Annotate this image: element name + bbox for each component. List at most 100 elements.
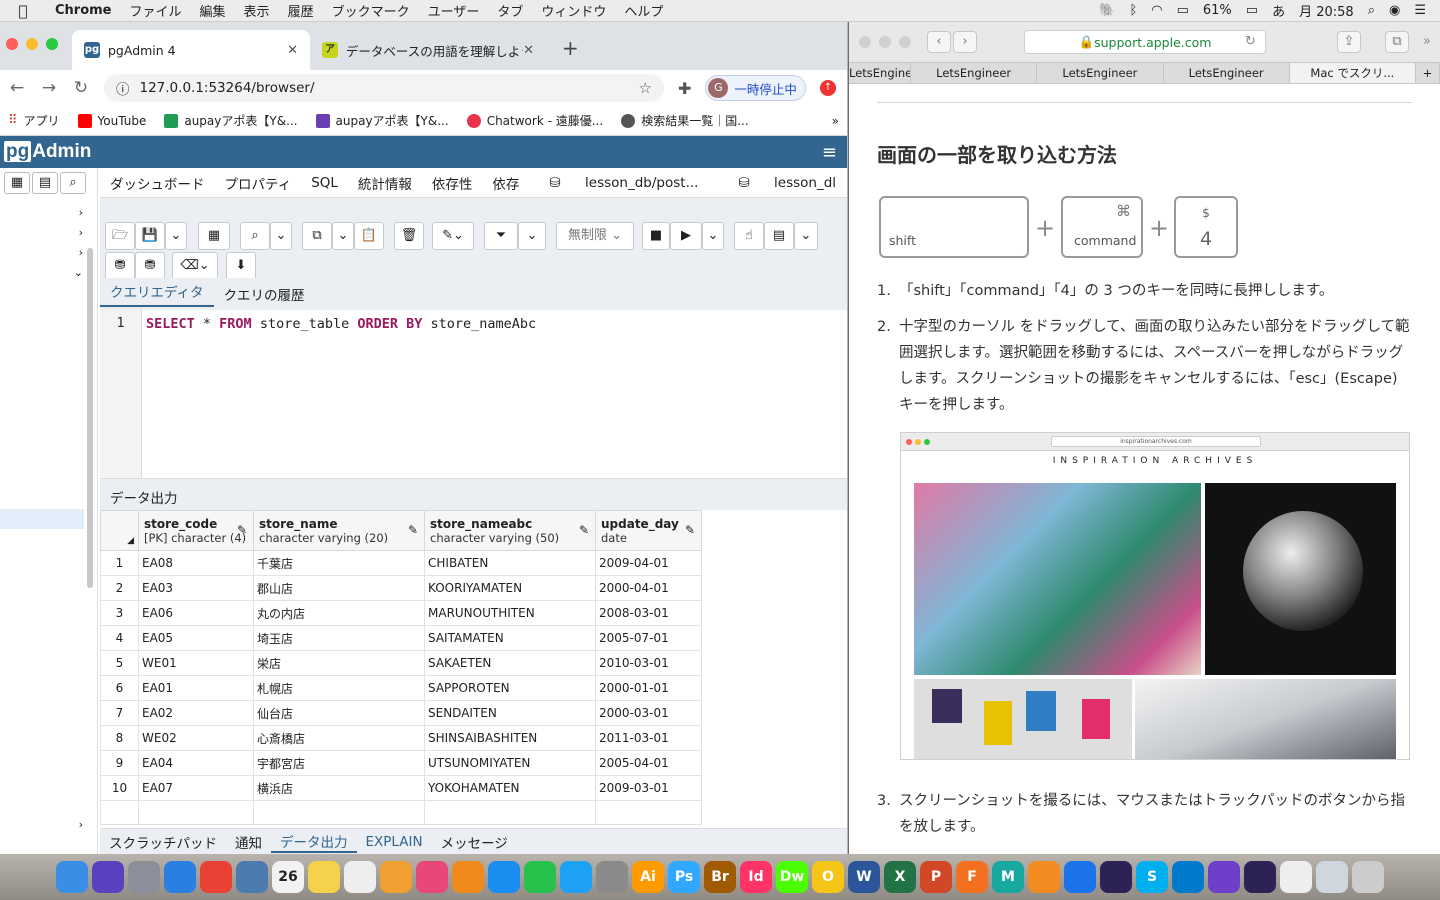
view-data-grid-icon[interactable]: ▦: [198, 222, 230, 250]
table-row[interactable]: 9 EA04 宇都宮店 UTSUNOMIYATEN 2005-04-01: [100, 750, 702, 776]
bookmark-search-results[interactable]: 検索結果一覧｜国...: [621, 112, 749, 129]
close-tab-icon[interactable]: ✕: [287, 43, 298, 58]
table-cell[interactable]: SAPPOROTEN: [424, 675, 596, 701]
maximize-window-button[interactable]: [46, 38, 58, 50]
more-chevron-icon[interactable]: »: [1423, 34, 1431, 49]
table-filter-icon[interactable]: ▤: [32, 172, 58, 194]
photos-icon[interactable]: [380, 861, 412, 893]
back-arrow-icon[interactable]: ←: [8, 78, 26, 98]
finder-docs-icon[interactable]: [1280, 861, 1312, 893]
sublime-icon[interactable]: [1028, 861, 1060, 893]
menu-bookmarks[interactable]: ブックマーク: [323, 1, 419, 20]
bluetooth-icon[interactable]: ᛒ: [1129, 3, 1137, 18]
word-icon[interactable]: W: [848, 861, 880, 893]
tab-properties[interactable]: プロパティ: [215, 173, 302, 193]
line-icon[interactable]: [524, 861, 556, 893]
table-cell[interactable]: UTSUNOMIYATEN: [424, 750, 596, 776]
tab-query-history[interactable]: クエリの履歴: [214, 284, 315, 304]
tab-query-editor[interactable]: クエリエディタ: [100, 281, 214, 307]
photoshop-icon[interactable]: Ps: [668, 861, 700, 893]
eclipse-icon[interactable]: [1100, 861, 1132, 893]
table-row[interactable]: 5 WE01 栄店 SAKAETEN 2010-03-01: [100, 650, 702, 676]
edit-pencil-icon[interactable]: ✎: [579, 523, 589, 537]
evernote-icon[interactable]: 🐘: [1099, 3, 1115, 18]
spotlight-search-icon[interactable]: ⌕: [1368, 3, 1375, 18]
table-cell[interactable]: 2000-03-01: [595, 700, 702, 726]
rollback-icon[interactable]: ⛃: [135, 252, 165, 280]
tab-dependents[interactable]: 依存: [482, 173, 529, 193]
new-tab-plus-icon[interactable]: +: [562, 36, 579, 60]
table-row[interactable]: 1 EA08 千葉店 CHIBATEN 2009-04-01: [100, 550, 702, 576]
safari-tab[interactable]: LetsEngineer: [849, 63, 911, 83]
table-cell[interactable]: 2009-04-01: [595, 550, 702, 576]
bookmark-apps[interactable]: ⠿ アプリ: [8, 112, 60, 129]
tab-query-lesson-dl[interactable]: ⛁ lesson_dl: [718, 175, 847, 191]
row-number[interactable]: 5: [100, 650, 139, 676]
bridge-icon[interactable]: Br: [704, 861, 736, 893]
table-cell[interactable]: EA07: [138, 775, 254, 801]
table-cell[interactable]: SAITAMATEN: [424, 625, 596, 651]
search-icon[interactable]: ⌕: [60, 172, 86, 194]
finder-icon[interactable]: [56, 861, 88, 893]
edit-pencil-icon[interactable]: ✎: [685, 523, 695, 537]
tree-chevron-icon[interactable]: ›: [79, 818, 83, 831]
airplay-icon[interactable]: ▭: [1177, 3, 1189, 18]
table-cell[interactable]: CHIBATEN: [424, 550, 596, 576]
copy-dropdown-chevron-icon[interactable]: ⌄: [332, 222, 354, 250]
table-cell[interactable]: EA02: [138, 700, 254, 726]
column-header-store-nameabc[interactable]: store_nameabc character varying (50) ✎: [424, 510, 596, 551]
minimize-window-button[interactable]: [879, 36, 891, 48]
edit-pencil-icon[interactable]: ✎: [408, 523, 418, 537]
table-cell[interactable]: KOORIYAMATEN: [424, 575, 596, 601]
back-chevron-icon[interactable]: ‹: [927, 31, 951, 53]
execute-play-icon[interactable]: ▶: [670, 222, 702, 250]
tree-chevron-icon[interactable]: ⌄: [74, 266, 83, 279]
explain-hand-icon[interactable]: ☝: [734, 222, 764, 250]
tab-messages[interactable]: メッセージ: [432, 832, 517, 852]
bookmarks-overflow-icon[interactable]: »: [832, 114, 839, 128]
delete-icon[interactable]: 🗑: [394, 222, 424, 250]
select-all-corner[interactable]: ◢: [100, 510, 139, 551]
edit-pencil-icon[interactable]: ✎: [237, 523, 247, 537]
excel-icon[interactable]: X: [884, 861, 916, 893]
appstore-icon[interactable]: [488, 861, 520, 893]
battery-icon[interactable]: ▭: [1246, 3, 1258, 18]
opera-icon[interactable]: O: [812, 861, 844, 893]
bookmark-youtube[interactable]: YouTube: [77, 113, 146, 128]
tab-dependencies[interactable]: 依存性: [422, 173, 483, 193]
bookmark-aupay-2[interactable]: aupayアポ表【Y&...: [315, 112, 449, 129]
tab-dashboard[interactable]: ダッシュボード: [100, 173, 215, 193]
table-cell[interactable]: 横浜店: [253, 775, 425, 801]
menubar-clock[interactable]: 月 20:58: [1299, 1, 1354, 20]
extensions-puzzle-icon[interactable]: ✚: [678, 79, 691, 98]
indesign-icon[interactable]: Id: [740, 861, 772, 893]
menu-app-chrome[interactable]: Chrome: [46, 3, 121, 18]
menu-user[interactable]: ユーザー: [419, 1, 489, 20]
row-number[interactable]: 8: [100, 725, 139, 751]
table-cell[interactable]: WE02: [138, 725, 254, 751]
tree-chevron-icon[interactable]: ›: [79, 246, 83, 259]
safari-tab[interactable]: LetsEngineer: [911, 63, 1038, 83]
row-limit-select[interactable]: 無制限 ⌄: [556, 222, 634, 250]
table-cell[interactable]: 仙台店: [253, 700, 425, 726]
safari-tab-active[interactable]: Mac でスクリ...: [1289, 63, 1416, 83]
explain-dropdown-chevron-icon[interactable]: ⌄: [794, 222, 818, 250]
vscode-icon[interactable]: [1172, 861, 1204, 893]
download-icon[interactable]: ⬇: [226, 252, 256, 280]
execute-dropdown-chevron-icon[interactable]: ⌄: [702, 222, 724, 250]
new-tab-plus-icon[interactable]: +: [1416, 63, 1440, 83]
menu-file[interactable]: ファイル: [121, 1, 191, 20]
close-window-button[interactable]: [859, 36, 871, 48]
chrome-tab-database-terms[interactable]: ア データベースの用語を理解しよう ✕: [310, 30, 546, 70]
notes-icon[interactable]: [308, 861, 340, 893]
copy-icon[interactable]: ⧉: [302, 222, 332, 250]
table-cell[interactable]: EA01: [138, 675, 254, 701]
bookmark-star-icon[interactable]: ☆: [639, 79, 652, 97]
maps-icon[interactable]: [1064, 861, 1096, 893]
tab-sql[interactable]: SQL: [301, 175, 348, 191]
row-number[interactable]: 4: [100, 625, 139, 651]
table-cell[interactable]: 宇都宮店: [253, 750, 425, 776]
menu-history[interactable]: 履歴: [279, 1, 323, 20]
save-file-icon[interactable]: 💾: [135, 222, 165, 250]
table-row[interactable]: 8 WE02 心斎橋店 SHINSAIBASHITEN 2011-03-01: [100, 725, 702, 751]
